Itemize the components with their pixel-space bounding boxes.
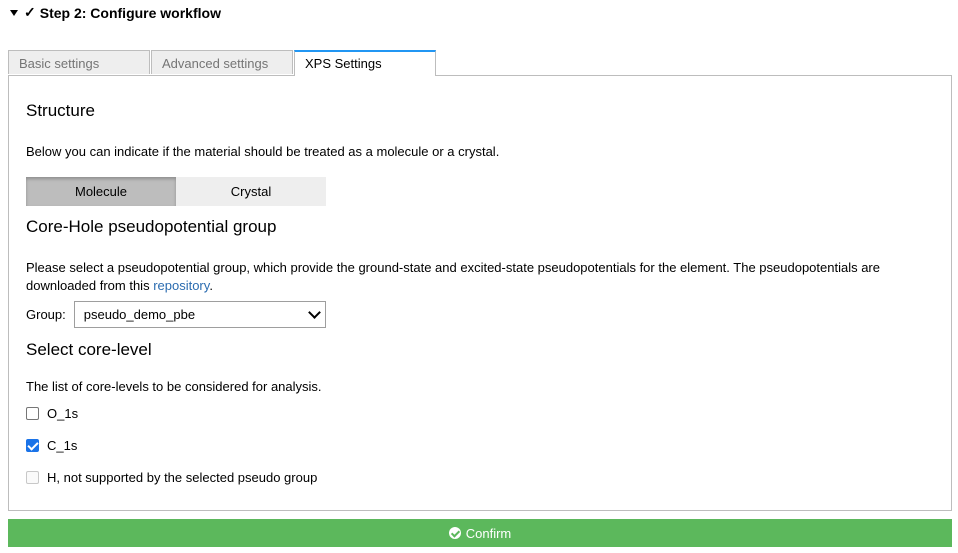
chevron-down-icon (307, 306, 321, 319)
molecule-button[interactable]: Molecule (26, 177, 176, 206)
structure-description: Below you can indicate if the material s… (26, 144, 500, 159)
core-level-item-h: H, not supported by the selected pseudo … (26, 470, 317, 485)
core-hole-desc-line2: downloaded from this (26, 278, 154, 293)
repository-link[interactable]: repository (153, 278, 209, 293)
confirm-button[interactable]: Confirm (8, 519, 952, 547)
tab-basic-settings[interactable]: Basic settings (8, 50, 150, 74)
tab-bar: Basic settings Advanced settings XPS Set… (8, 50, 437, 76)
group-label: Group: (26, 307, 66, 322)
o1s-label: O_1s (47, 406, 79, 421)
core-level-heading: Select core-level (26, 340, 152, 359)
c1s-label: C_1s (47, 438, 78, 453)
tab-panel: Structure Below you can indicate if the … (8, 75, 952, 511)
confirm-label: Confirm (465, 525, 512, 541)
core-hole-desc-suffix: . (209, 278, 213, 293)
caret-down-icon[interactable] (10, 9, 18, 16)
step-header[interactable]: ✓ Step 2: Configure workflow (10, 4, 221, 21)
core-hole-description: Please select a pseudopotential group, w… (26, 259, 936, 295)
core-level-item-c1s[interactable]: C_1s (26, 438, 77, 453)
h-checkbox (26, 471, 39, 484)
structure-toggle: Molecule Crystal (26, 177, 326, 206)
core-level-description: The list of core-levels to be considered… (26, 379, 322, 394)
c1s-checkbox[interactable] (26, 439, 39, 452)
o1s-checkbox[interactable] (26, 407, 39, 420)
tab-advanced-settings[interactable]: Advanced settings (151, 50, 293, 74)
core-level-item-o1s[interactable]: O_1s (26, 406, 78, 421)
step-title: Step 2: Configure workflow (39, 4, 221, 21)
core-hole-heading: Core-Hole pseudopotential group (26, 217, 277, 236)
check-icon: ✓ (24, 4, 36, 20)
crystal-button[interactable]: Crystal (176, 177, 326, 206)
h-label: H, not supported by the selected pseudo … (47, 470, 318, 485)
group-select[interactable]: pseudo_demo_pbe (73, 301, 326, 328)
group-row: Group: pseudo_demo_pbe (26, 301, 326, 328)
group-select-value: pseudo_demo_pbe (83, 307, 196, 322)
core-hole-desc-line1: Please select a pseudopotential group, w… (26, 260, 880, 275)
structure-heading: Structure (26, 101, 95, 120)
tab-xps-settings[interactable]: XPS Settings (294, 50, 436, 76)
check-circle-icon (448, 527, 461, 539)
